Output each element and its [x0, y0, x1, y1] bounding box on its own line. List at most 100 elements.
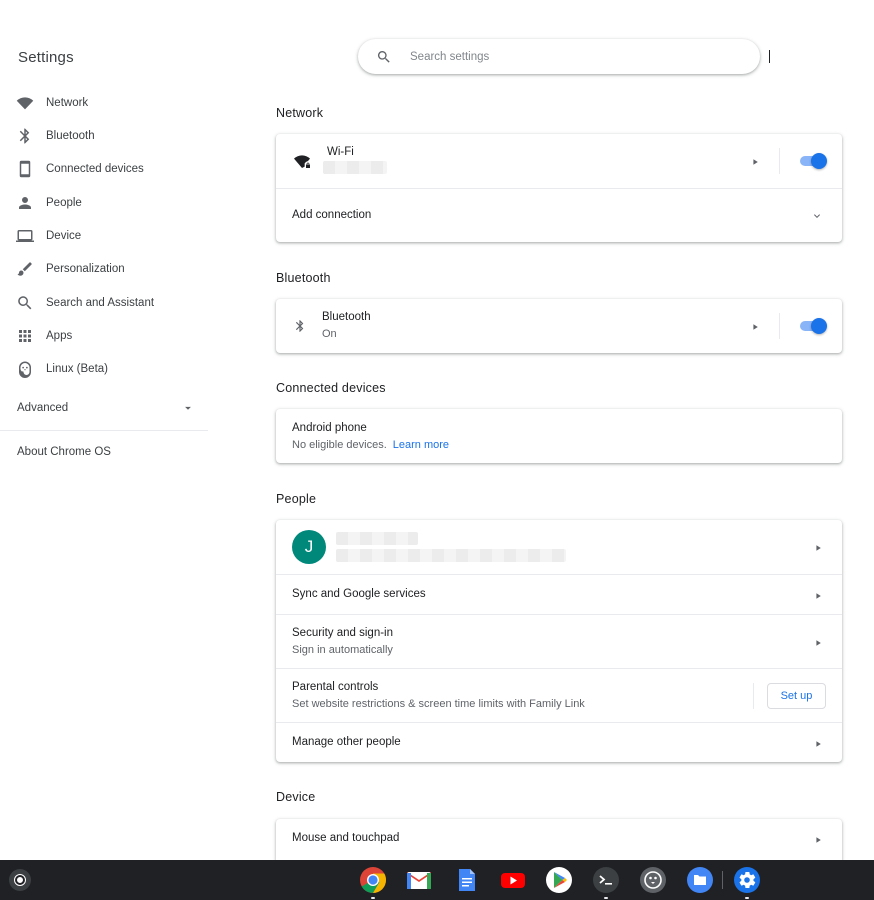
- files-icon[interactable]: [686, 866, 714, 894]
- arrow-right-icon[interactable]: [812, 541, 824, 553]
- sidebar-item-label: People: [46, 197, 82, 209]
- account-email-redacted: [336, 549, 566, 562]
- android-phone-row: Android phone No eligible devices. Learn …: [276, 409, 842, 463]
- laptop-icon: [16, 227, 34, 245]
- advanced-label: Advanced: [17, 402, 69, 414]
- running-indicator: [604, 897, 608, 899]
- arrow-right-icon[interactable]: [812, 636, 824, 648]
- sync-row[interactable]: Sync and Google services: [276, 574, 842, 614]
- arrow-right-icon[interactable]: [812, 833, 824, 845]
- sidebar-item-linux[interactable]: Linux (Beta): [0, 354, 208, 384]
- add-connection-row[interactable]: Add connection: [276, 188, 842, 242]
- learn-more-link[interactable]: Learn more: [393, 439, 449, 451]
- launcher-button[interactable]: [9, 869, 31, 891]
- arrow-right-icon[interactable]: [749, 320, 761, 332]
- device-card: Mouse and touchpad: [276, 819, 842, 860]
- phone-icon: [16, 160, 34, 178]
- running-indicator: [745, 897, 749, 899]
- sidebar-item-apps[interactable]: Apps: [0, 321, 208, 351]
- sidebar-item-label: Device: [46, 230, 82, 242]
- parental-controls-subtitle: Set website restrictions & screen time l…: [292, 698, 585, 710]
- toggle-knob: [811, 153, 827, 169]
- brush-icon: [16, 260, 34, 278]
- security-row[interactable]: Security and sign-in Sign in automatical…: [276, 614, 842, 668]
- parental-controls-label: Parental controls: [292, 681, 379, 693]
- android-phone-label: Android phone: [292, 422, 367, 434]
- arrow-right-icon[interactable]: [812, 737, 824, 749]
- wifi-secure-icon: [294, 154, 310, 170]
- running-indicator: [371, 897, 375, 899]
- penguin-icon: [16, 360, 34, 378]
- section-title-connected-devices: Connected devices: [276, 381, 386, 395]
- search-bar[interactable]: [358, 39, 770, 74]
- sidebar-item-label: Network: [46, 97, 89, 109]
- network-name-redacted: [323, 161, 387, 174]
- search-icon: [16, 294, 34, 312]
- security-subtitle: Sign in automatically: [292, 644, 393, 656]
- linux-penguin-icon[interactable]: [639, 866, 667, 894]
- caret-down-icon: [185, 406, 191, 410]
- app-title: Settings: [18, 49, 74, 66]
- sidebar-item-people[interactable]: People: [0, 188, 208, 218]
- arrow-right-icon[interactable]: [812, 589, 824, 601]
- advanced-toggle[interactable]: Advanced: [17, 398, 195, 418]
- manage-people-row[interactable]: Manage other people: [276, 722, 842, 762]
- bluetooth-icon: [293, 319, 307, 333]
- row-separator: [779, 313, 780, 339]
- sidebar-item-device[interactable]: Device: [0, 221, 208, 251]
- sidebar-item-label: Bluetooth: [46, 130, 95, 142]
- sync-label: Sync and Google services: [292, 588, 426, 600]
- sidebar-item-label: Connected devices: [46, 163, 144, 175]
- sidebar-item-bluetooth[interactable]: Bluetooth: [0, 121, 208, 151]
- mouse-touchpad-row[interactable]: Mouse and touchpad: [276, 819, 842, 859]
- wifi-label: Wi-Fi: [327, 146, 354, 158]
- person-icon: [16, 194, 34, 212]
- terminal-icon[interactable]: [592, 866, 620, 899]
- gmail-icon[interactable]: [405, 866, 433, 894]
- row-separator: [753, 683, 754, 709]
- wifi-icon: [16, 94, 34, 112]
- android-phone-status: No eligible devices.: [292, 439, 387, 451]
- account-name-redacted: [336, 532, 418, 545]
- toggle-knob: [811, 318, 827, 334]
- bluetooth-row[interactable]: Bluetooth On: [276, 299, 842, 353]
- section-title-device: Device: [276, 790, 316, 804]
- sidebar-item-network[interactable]: Network: [0, 88, 208, 118]
- connected-devices-card: Android phone No eligible devices. Learn …: [276, 409, 842, 463]
- docs-icon[interactable]: [452, 866, 480, 894]
- bluetooth-icon: [16, 127, 34, 145]
- sidebar-item-label: Linux (Beta): [46, 363, 109, 375]
- set-up-button[interactable]: Set up: [767, 683, 826, 709]
- mouse-touchpad-label: Mouse and touchpad: [292, 832, 400, 844]
- sidebar-item-search-and-assistant[interactable]: Search and Assistant: [0, 288, 208, 318]
- about-chrome-os-link[interactable]: About Chrome OS: [17, 446, 111, 458]
- section-title-people: People: [276, 492, 317, 506]
- avatar: J: [292, 530, 326, 564]
- bluetooth-label: Bluetooth: [322, 311, 371, 323]
- sidebar: Settings Network Bluetooth Connected dev…: [0, 0, 208, 860]
- sidebar-divider: [0, 430, 208, 431]
- arrow-right-icon[interactable]: [749, 155, 761, 167]
- account-row[interactable]: J: [276, 520, 842, 574]
- bluetooth-status: On: [322, 328, 337, 340]
- wifi-toggle[interactable]: [800, 153, 827, 169]
- play-store-icon[interactable]: [545, 866, 573, 894]
- search-input[interactable]: [410, 50, 730, 63]
- sidebar-item-connected-devices[interactable]: Connected devices: [0, 154, 208, 184]
- shelf: [0, 860, 874, 900]
- shelf-separator: [722, 871, 723, 889]
- people-card: J Sync and Google services Security and …: [276, 520, 842, 762]
- chevron-down-icon[interactable]: [811, 209, 823, 221]
- add-connection-label: Add connection: [292, 209, 372, 221]
- sidebar-item-label: Search and Assistant: [46, 297, 155, 309]
- wifi-row[interactable]: Wi-Fi: [276, 134, 842, 188]
- security-label: Security and sign-in: [292, 627, 393, 639]
- bluetooth-toggle[interactable]: [800, 318, 827, 334]
- sidebar-item-label: Apps: [46, 330, 73, 342]
- text-cursor: [769, 50, 770, 63]
- row-separator: [779, 148, 780, 174]
- chrome-icon[interactable]: [359, 866, 387, 899]
- sidebar-item-personalization[interactable]: Personalization: [0, 254, 208, 284]
- youtube-icon[interactable]: [499, 866, 527, 894]
- settings-icon[interactable]: [733, 866, 761, 899]
